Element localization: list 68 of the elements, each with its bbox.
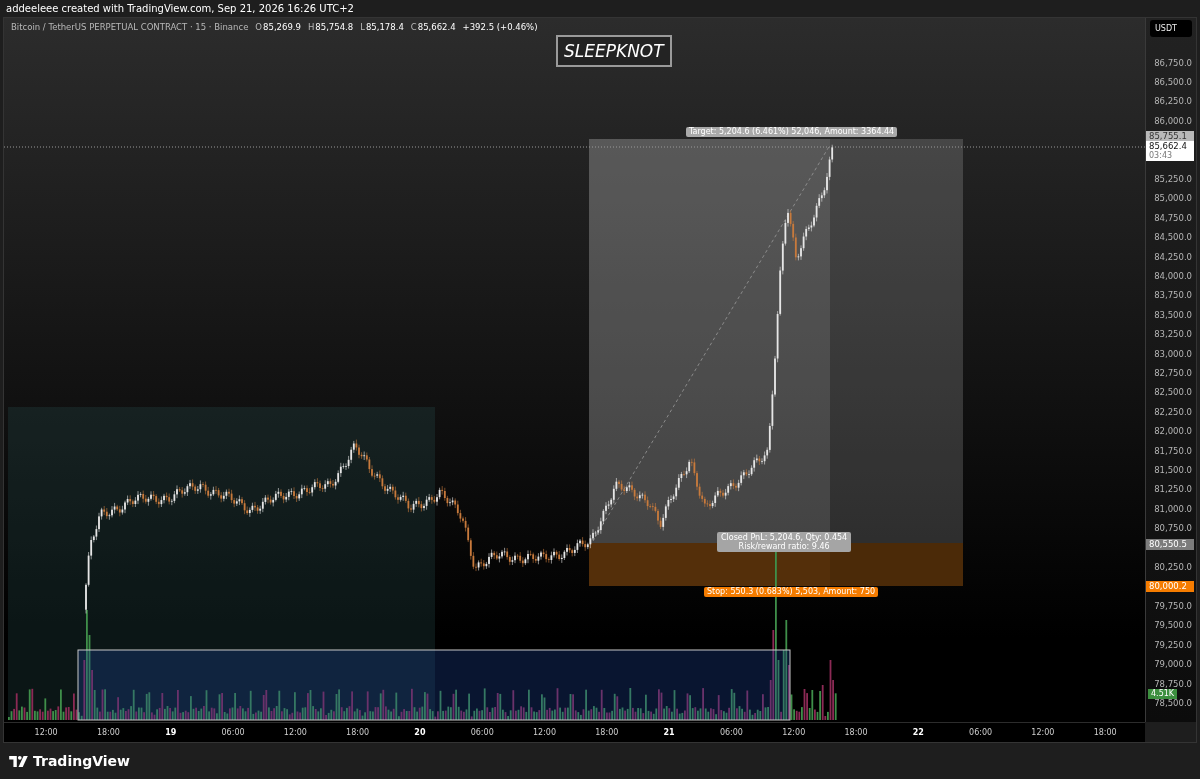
price-tick: 84,250.0	[1154, 252, 1192, 262]
price-tick: 83,250.0	[1154, 330, 1192, 340]
time-label: 12:00	[33, 727, 59, 739]
target-label: Target: 5,204.6 (6.461%) 52,046, Amount: 3364.44	[686, 127, 898, 137]
pnl-label: Closed PnL: 5,204.6, Qty: 0.454 Risk/reward ratio: 9.46	[717, 532, 852, 552]
ohlc-value: L85,178.4	[360, 21, 404, 33]
price-tick: 84,750.0	[1154, 213, 1192, 223]
price-tick: 86,500.0	[1154, 77, 1192, 87]
countdown: 03:43	[1149, 150, 1174, 161]
time-axis[interactable]: 12:00 18:00 19 06:00 12:00 18:00 20 06:00 12:00 18:00 21 06:00 12:00 18:00 22 06:00 12:00 18:00	[4, 722, 1145, 742]
price-tick: 78,500.0	[1154, 698, 1192, 708]
symbol-title: Bitcoin / TetherUS PERPETUAL CONTRACT · 15 · Binance	[11, 21, 249, 33]
price-tick: 85,000.0	[1154, 194, 1192, 204]
price-tick: 79,500.0	[1154, 621, 1192, 631]
time-label: 12:00	[1030, 727, 1056, 739]
price-tick: 81,250.0	[1154, 485, 1192, 495]
price-tick: 80,750.0	[1154, 524, 1192, 534]
price-tick: 84,000.0	[1154, 272, 1192, 281]
price-tick: 80,250.0	[1154, 563, 1192, 573]
time-label: 18:00	[1092, 727, 1118, 739]
text-note[interactable]: SLEEPKNOT	[556, 35, 672, 67]
price-tick: 79,750.0	[1154, 601, 1192, 611]
time-label: 18:00	[95, 727, 121, 739]
time-label: 06:00	[718, 727, 744, 739]
price-tick: 83,750.0	[1154, 291, 1192, 301]
price-tick: 79,000.0	[1154, 660, 1192, 670]
time-label: 12:00	[532, 727, 558, 739]
price-tick: 82,750.0	[1154, 369, 1192, 378]
chart-caption: addeeleee created with TradingView.com, Sep 21, 2026 16:26 UTC+2	[5, 2, 355, 16]
time-label: 18:00	[843, 727, 869, 739]
time-label: 18:00	[594, 727, 620, 739]
time-label: 12:00	[282, 727, 308, 739]
volume-label: 4.51K	[1148, 688, 1178, 699]
price-change: +392.5 (+0.46%)	[462, 21, 538, 33]
price-tick: 86,750.0	[1154, 58, 1192, 68]
price-tick: 81,500.0	[1154, 466, 1192, 476]
date-label: 20	[413, 727, 427, 739]
price-tick: 79,250.0	[1154, 640, 1192, 650]
date-label: 19	[164, 727, 178, 739]
price-tick: 78,750.0	[1154, 679, 1192, 689]
stop-price-label: 80,000.2	[1146, 581, 1194, 593]
ohlc-value: C 85,662.4	[410, 21, 456, 33]
price-tick: 83,000.0	[1154, 349, 1192, 359]
time-label: 06:00	[469, 727, 495, 739]
price-tick: 85,250.0	[1154, 174, 1192, 184]
price-tick: 81,750.0	[1154, 446, 1192, 456]
stop-label: Stop: 550.3 (0.683%) 5,503, Amount: 750	[704, 587, 879, 597]
date-label: 22	[911, 727, 925, 739]
price-tick: 82,250.0	[1154, 407, 1192, 417]
entry-price-label: 80,550.5	[1146, 539, 1194, 551]
price-tick: 86,000.0	[1154, 116, 1192, 126]
ohlc-value: H 85,754.8	[307, 21, 354, 33]
last-price: 85,662.4	[1149, 140, 1188, 151]
price-tick: 82,500.0	[1154, 388, 1192, 398]
ohlc-value: O85,269.9	[255, 21, 301, 33]
time-label: 18:00	[345, 727, 371, 739]
currency-button[interactable]: USDT	[1150, 20, 1192, 37]
price-tick: 86,250.0	[1154, 97, 1192, 107]
price-tick: 82,000.0	[1154, 427, 1192, 437]
date-label: 21	[662, 727, 676, 739]
price-tick: 83,500.0	[1154, 310, 1192, 320]
price-tick: 81,000.0	[1154, 504, 1192, 514]
time-label: 06:00	[968, 727, 994, 739]
brand-name[interactable]: TradingView	[33, 753, 130, 769]
time-label: 06:00	[220, 727, 246, 739]
high-price-label: 85,755.1	[1146, 130, 1194, 141]
time-label: 12:00	[781, 727, 807, 739]
price-tick: 84,500.0	[1154, 233, 1192, 243]
